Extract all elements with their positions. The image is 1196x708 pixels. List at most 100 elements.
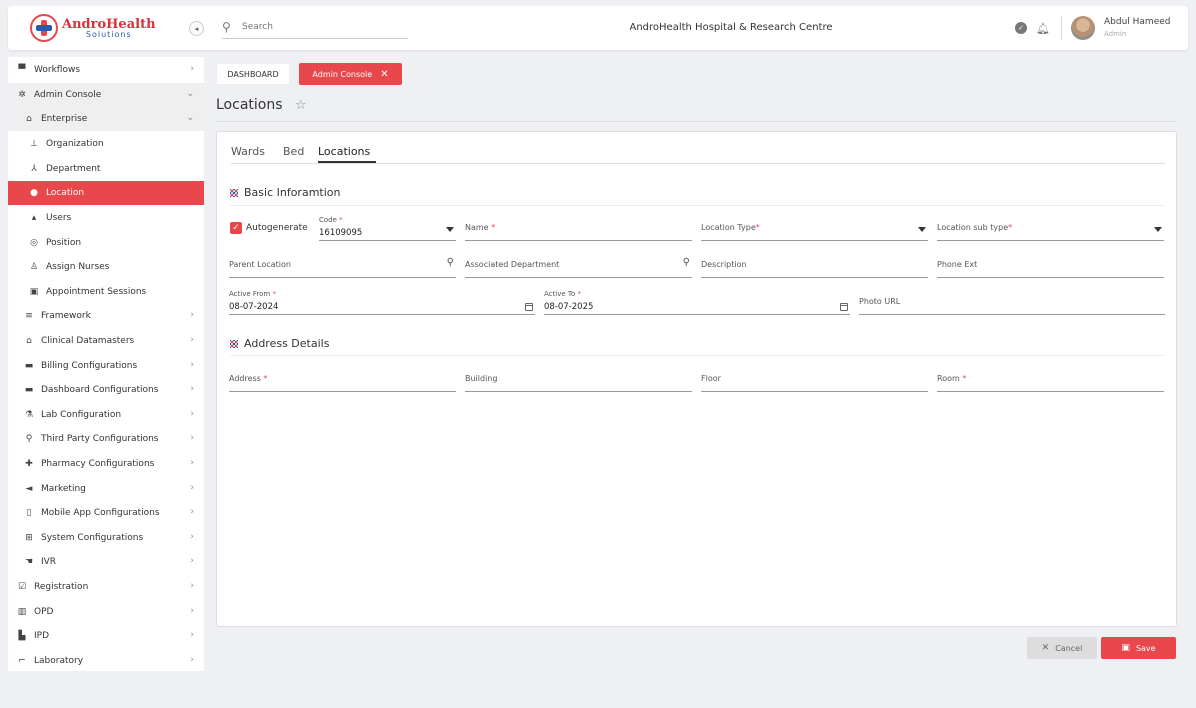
search-icon[interactable]: ⚲ — [683, 257, 690, 268]
close-icon[interactable]: ✕ — [380, 69, 388, 80]
tab-bed[interactable]: Bed — [283, 145, 304, 158]
floor-field[interactable]: Floor — [701, 368, 928, 392]
room-field[interactable]: Room * — [937, 368, 1164, 392]
tab-wards[interactable]: Wards — [231, 145, 265, 158]
flask-icon: ⚗ — [24, 410, 34, 420]
active-to-date-field[interactable]: Active To * 08-07-2025 — [544, 290, 850, 315]
sidebar-item-location[interactable]: ● Location — [8, 181, 204, 205]
cancel-button[interactable]: ✕ Cancel — [1027, 637, 1097, 659]
sidebar-item-laboratory[interactable]: ⌐ Laboratory › — [8, 649, 204, 673]
location-sub-type-select[interactable]: Location sub type* — [937, 217, 1164, 241]
sidebar-item-label: Location — [46, 188, 85, 198]
user-name[interactable]: Abdul Hameed — [1104, 17, 1171, 27]
bell-icon[interactable]: 🔔︎ — [1036, 22, 1050, 35]
verified-badge-icon[interactable]: ✓ — [1015, 22, 1027, 34]
phone-ext-field[interactable]: Phone Ext — [937, 254, 1164, 278]
sidebar-item-pharmacy-configurations[interactable]: ✚ Pharmacy Configurations › — [8, 452, 204, 476]
search-icon: ⚲ — [222, 20, 231, 34]
search-icon[interactable]: ⚲ — [447, 257, 454, 268]
chevron-right-icon: › — [190, 556, 194, 566]
logo-title: AndroHealth — [62, 16, 156, 32]
sidebar-item-label: OPD — [34, 607, 54, 617]
parent-location-field[interactable]: Parent Location ⚲ — [229, 254, 456, 278]
chevron-right-icon: › — [190, 532, 194, 542]
code-select[interactable]: Code * 16109095 — [319, 216, 456, 241]
sidebar-item-label: Registration — [34, 582, 89, 592]
sidebar-item-admin-console[interactable]: ✲ Admin Console ⌄ — [8, 83, 204, 107]
sidebar-item-label: Position — [46, 238, 82, 248]
breadcrumb-admin-console[interactable]: Admin Console ✕ — [299, 63, 402, 85]
sidebar-item-label: Pharmacy Configurations — [41, 459, 155, 469]
field-label: Location Type — [701, 223, 756, 232]
sidebar-item-users[interactable]: ▴ Users — [8, 206, 204, 230]
location-type-select[interactable]: Location Type* — [701, 217, 928, 241]
cancel-label: Cancel — [1055, 643, 1083, 653]
locations-form-card: Wards Bed Locations Basic Inforamtion ✓ … — [216, 131, 1177, 627]
favorite-star-icon[interactable]: ☆ — [295, 98, 307, 113]
address-field[interactable]: Address * — [229, 368, 456, 392]
sidebar-item-organization[interactable]: ⊥ Organization — [8, 132, 204, 156]
name-field[interactable]: Name * — [465, 217, 692, 241]
photo-url-field[interactable]: Photo URL — [859, 291, 1165, 315]
caduceus-logo-icon — [30, 14, 58, 42]
field-label: Associated Department — [465, 260, 560, 269]
sidebar-item-enterprise[interactable]: ⌂ Enterprise ⌄ — [8, 107, 204, 131]
building-field[interactable]: Building — [465, 368, 692, 392]
sidebar-collapse-button[interactable]: ◂ — [189, 21, 204, 36]
medkit-icon: ✚ — [25, 459, 33, 469]
sidebar-item-lab-configuration[interactable]: ⚗ Lab Configuration › — [8, 403, 204, 427]
chevron-right-icon: › — [190, 581, 194, 591]
active-from-date-field[interactable]: Active From * 08-07-2024 — [229, 290, 535, 315]
sidebar-item-system-configurations[interactable]: ⊞ System Configurations › — [8, 526, 204, 550]
sidebar-item-registration[interactable]: ☑ Registration › — [8, 575, 204, 599]
description-field[interactable]: Description — [701, 254, 928, 278]
calendar-icon[interactable] — [840, 303, 848, 311]
sidebar-item-dashboard-configurations[interactable]: ▬ Dashboard Configurations › — [8, 378, 204, 402]
sidebar-item-label: IPD — [34, 631, 50, 641]
chevron-right-icon: › — [190, 507, 194, 517]
associated-department-field[interactable]: Associated Department ⚲ — [465, 254, 692, 278]
calendar-icon[interactable] — [525, 303, 533, 311]
nurse-icon: ♙ — [29, 262, 39, 272]
required-mark: * — [577, 290, 581, 298]
save-label: Save — [1135, 643, 1156, 653]
mobile-icon: ▯ — [26, 508, 32, 518]
hierarchy-icon: ⅄ — [31, 164, 37, 174]
breadcrumb-dashboard[interactable]: DASHBOARD — [216, 63, 290, 85]
sidebar-item-ivr[interactable]: ☚ IVR › — [8, 550, 204, 574]
tab-locations[interactable]: Locations — [318, 145, 370, 158]
layers-icon: ≡ — [25, 311, 33, 321]
section-address-details: Address Details — [230, 337, 329, 350]
user-role: Admin — [1104, 30, 1127, 38]
sidebar-item-appointment-sessions[interactable]: ▣ Appointment Sessions — [8, 280, 204, 304]
sidebar-item-marketing[interactable]: ◄ Marketing › — [8, 477, 204, 501]
search-input[interactable] — [242, 22, 402, 32]
sidebar-item-position[interactable]: ◎ Position — [8, 231, 204, 255]
sidebar-item-label: Admin Console — [34, 90, 102, 100]
required-mark: * — [263, 374, 268, 383]
chevron-right-icon: › — [190, 606, 194, 616]
brand-logo[interactable]: AndroHealth Solutions — [30, 14, 156, 42]
sidebar-item-framework[interactable]: ≡ Framework › — [8, 304, 204, 328]
sidebar-item-third-party-configurations[interactable]: ⚲ Third Party Configurations › — [8, 427, 204, 451]
save-button[interactable]: ▣ Save — [1101, 637, 1176, 659]
sidebar-item-opd[interactable]: ▥ OPD › — [8, 600, 204, 624]
sidebar-item-ipd[interactable]: ▙ IPD › — [8, 624, 204, 648]
gear-icon: ✲ — [18, 90, 26, 100]
header-divider — [1061, 16, 1062, 40]
home-icon: ⌂ — [26, 336, 32, 346]
avatar[interactable] — [1071, 16, 1095, 40]
chevron-right-icon: › — [190, 458, 194, 468]
sidebar: ▀ Workflows › ✲ Admin Console ⌄ ⌂ Enterprise ⌄… — [8, 57, 204, 671]
sidebar-item-workflows[interactable]: ▀ Workflows › — [8, 58, 204, 82]
sidebar-item-billing-configurations[interactable]: ▬ Billing Configurations › — [8, 354, 204, 378]
sidebar-item-label: Appointment Sessions — [46, 287, 147, 297]
autogenerate-checkbox[interactable]: ✓ — [230, 222, 242, 234]
sidebar-item-mobile-app-configurations[interactable]: ▯ Mobile App Configurations › — [8, 501, 204, 525]
sidebar-item-label: Mobile App Configurations — [41, 508, 160, 518]
sidebar-item-department[interactable]: ⅄ Department — [8, 157, 204, 181]
field-label: Building — [465, 374, 498, 383]
required-mark: * — [755, 223, 760, 232]
sidebar-item-clinical-datamasters[interactable]: ⌂ Clinical Datamasters › — [8, 329, 204, 353]
sidebar-item-assign-nurses[interactable]: ♙ Assign Nurses — [8, 255, 204, 279]
